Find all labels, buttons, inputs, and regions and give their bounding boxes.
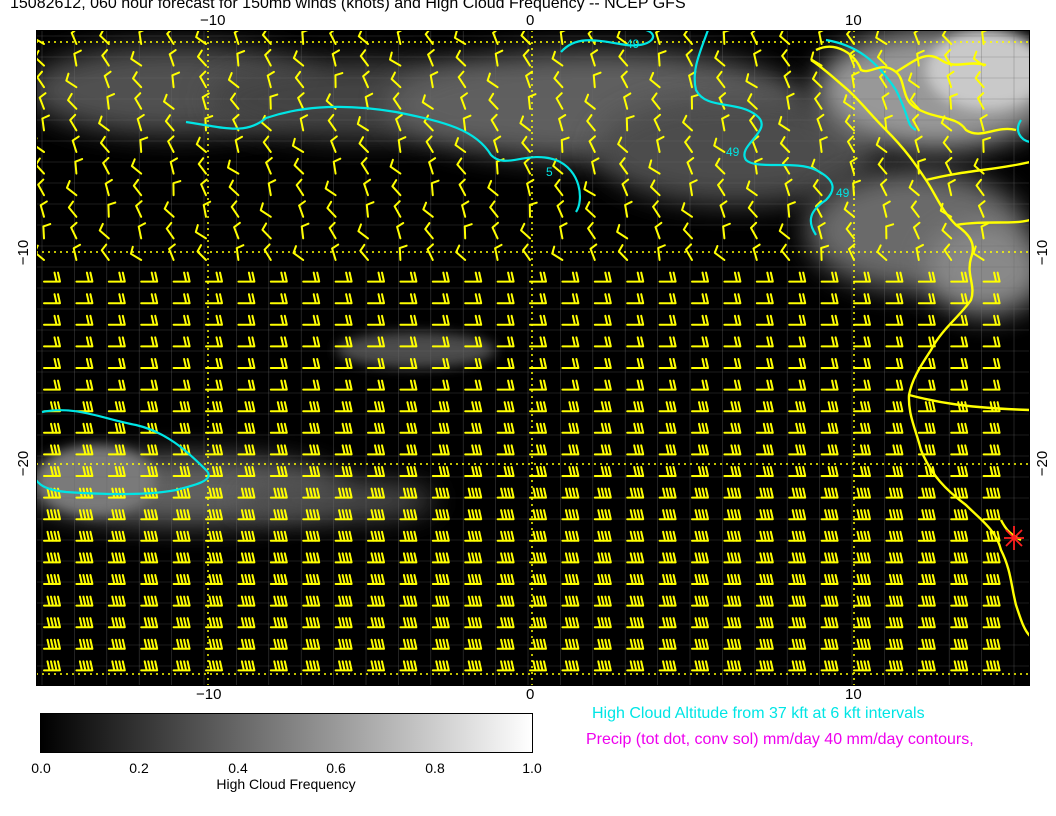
right-lat-label-minus20: −20: [1034, 450, 1052, 477]
contour-label: 49: [626, 37, 640, 51]
colorbar-tick: 0.4: [228, 760, 248, 776]
weather-map: 49 49 49 5: [36, 30, 1030, 686]
colorbar-title: High Cloud Frequency: [216, 776, 356, 792]
bottom-lon-label-0: 0: [526, 686, 535, 703]
colorbar-tick: 1.0: [522, 760, 542, 776]
left-lat-label-minus20: −20: [15, 450, 33, 477]
map-panel: 49 49 49 5: [36, 30, 1030, 686]
colorbar: [40, 713, 533, 753]
colorbar-tick: 0.8: [425, 760, 445, 776]
precip-legend: Precip (tot dot, conv sol) mm/day 40 mm/…: [586, 731, 974, 748]
top-lon-label-10: 10: [845, 12, 862, 29]
page-title: 15082612, 060 hour forecast for 150mb wi…: [10, 0, 686, 12]
contour-label: 49: [836, 186, 850, 200]
colorbar-tick: 0.2: [129, 760, 149, 776]
top-lon-label-minus10: −10: [200, 12, 226, 29]
contour-label: 49: [726, 145, 740, 159]
bottom-lon-label-minus10: −10: [196, 686, 222, 703]
cloud-altitude-legend: High Cloud Altitude from 37 kft at 6 kft…: [592, 705, 925, 722]
contour-label: 5: [546, 165, 553, 179]
right-lat-label-minus10: −10: [1034, 239, 1052, 266]
left-lat-label-minus10: −10: [15, 239, 33, 266]
colorbar-tick: 0.6: [326, 760, 346, 776]
bottom-lon-label-10: 10: [845, 686, 862, 703]
colorbar-tick: 0.0: [31, 760, 51, 776]
top-lon-label-0: 0: [526, 12, 535, 29]
